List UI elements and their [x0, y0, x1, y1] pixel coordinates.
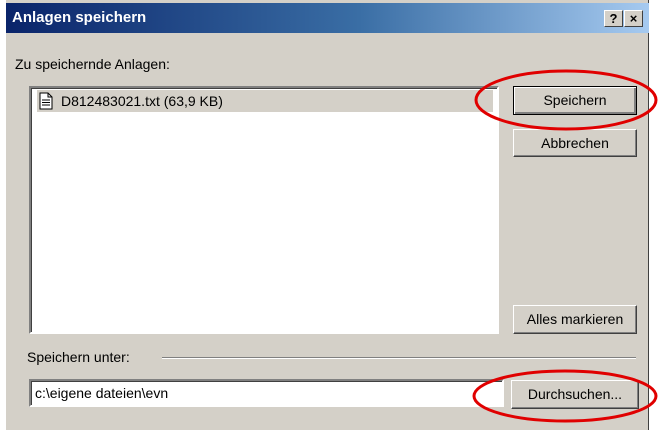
help-button[interactable]: ?	[604, 10, 623, 27]
save-button[interactable]: Speichern	[513, 86, 637, 115]
text-file-icon	[39, 92, 53, 110]
separator-line	[162, 357, 636, 359]
title-bar: Anlagen speichern ? ×	[6, 3, 649, 33]
save-attachments-dialog: Anlagen speichern ? × Zu speichernde Anl…	[6, 0, 649, 430]
dialog-title: Anlagen speichern	[12, 9, 147, 26]
save-path-input[interactable]	[29, 379, 504, 407]
save-to-label: Speichern unter:	[27, 349, 130, 365]
attachment-filename: D812483021.txt (63,9 KB)	[61, 93, 223, 109]
attachments-list[interactable]: D812483021.txt (63,9 KB)	[29, 86, 499, 334]
cancel-button[interactable]: Abbrechen	[513, 129, 637, 157]
browse-button[interactable]: Durchsuchen...	[511, 380, 639, 409]
select-all-button[interactable]: Alles markieren	[513, 305, 637, 334]
attachments-label: Zu speichernde Anlagen:	[15, 56, 170, 72]
close-button[interactable]: ×	[624, 10, 643, 27]
list-item-attachment[interactable]: D812483021.txt (63,9 KB)	[37, 90, 493, 112]
